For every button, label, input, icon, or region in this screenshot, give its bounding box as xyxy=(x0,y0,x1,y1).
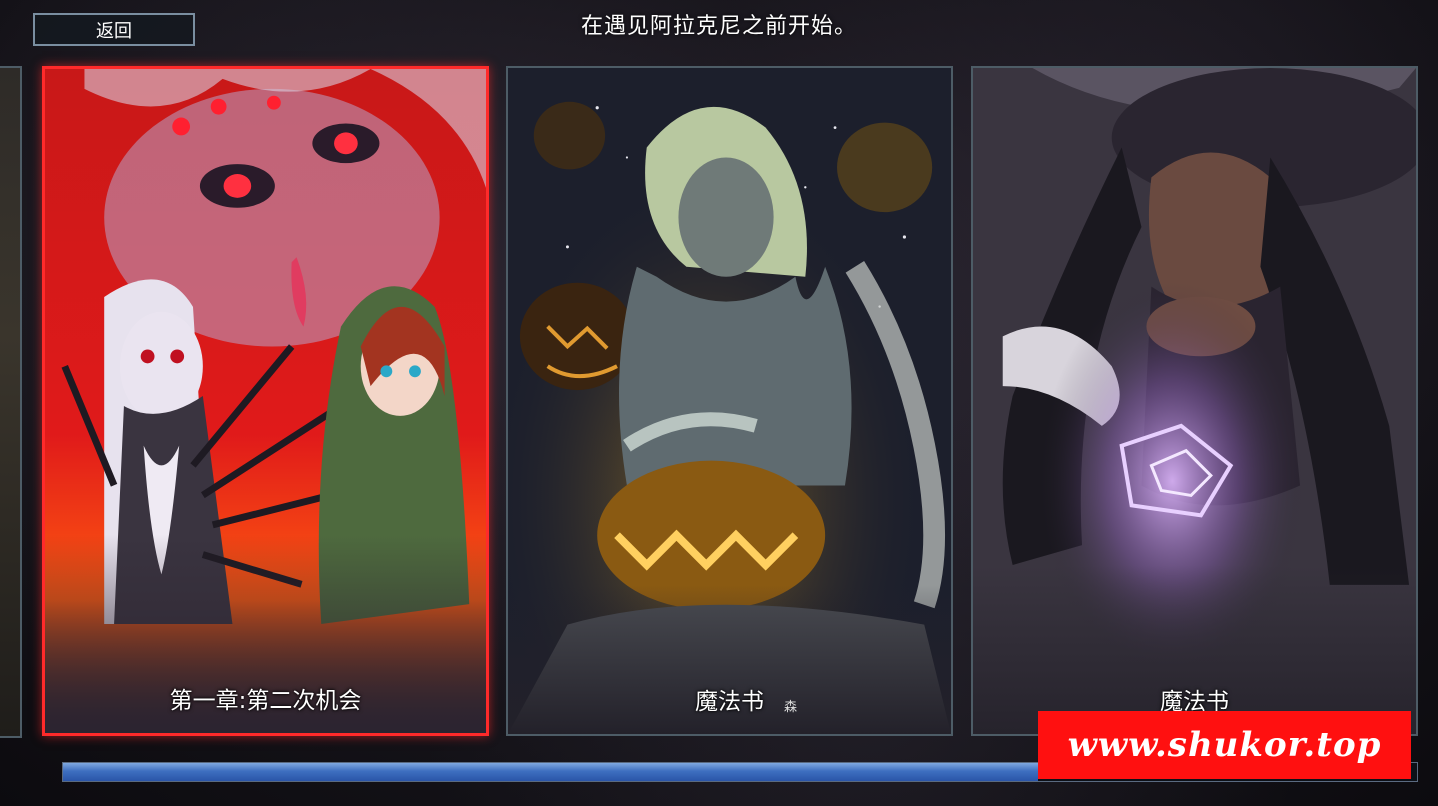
page-title: 在遇见阿拉克尼之前开始。 xyxy=(580,14,857,39)
chapter-card-3[interactable]: 魔法书 xyxy=(971,66,1418,736)
card-2-label: 魔法书 xyxy=(695,689,764,715)
card-1-label: 第一章:第二次机会 xyxy=(169,688,362,714)
scroll-progress-fill xyxy=(63,763,1038,781)
chapter-card-1[interactable]: 第一章:第二次机会 xyxy=(42,66,489,736)
card-2-artwork xyxy=(508,68,951,734)
card-3-artwork xyxy=(973,68,1416,734)
card-previous-partial[interactable] xyxy=(0,66,22,738)
small-glyph: 森 xyxy=(784,700,798,715)
chapter-card-2[interactable]: 魔法书 xyxy=(506,66,953,736)
watermark-banner: www.shukor.top xyxy=(1038,711,1411,779)
card-1-artwork xyxy=(45,69,486,733)
